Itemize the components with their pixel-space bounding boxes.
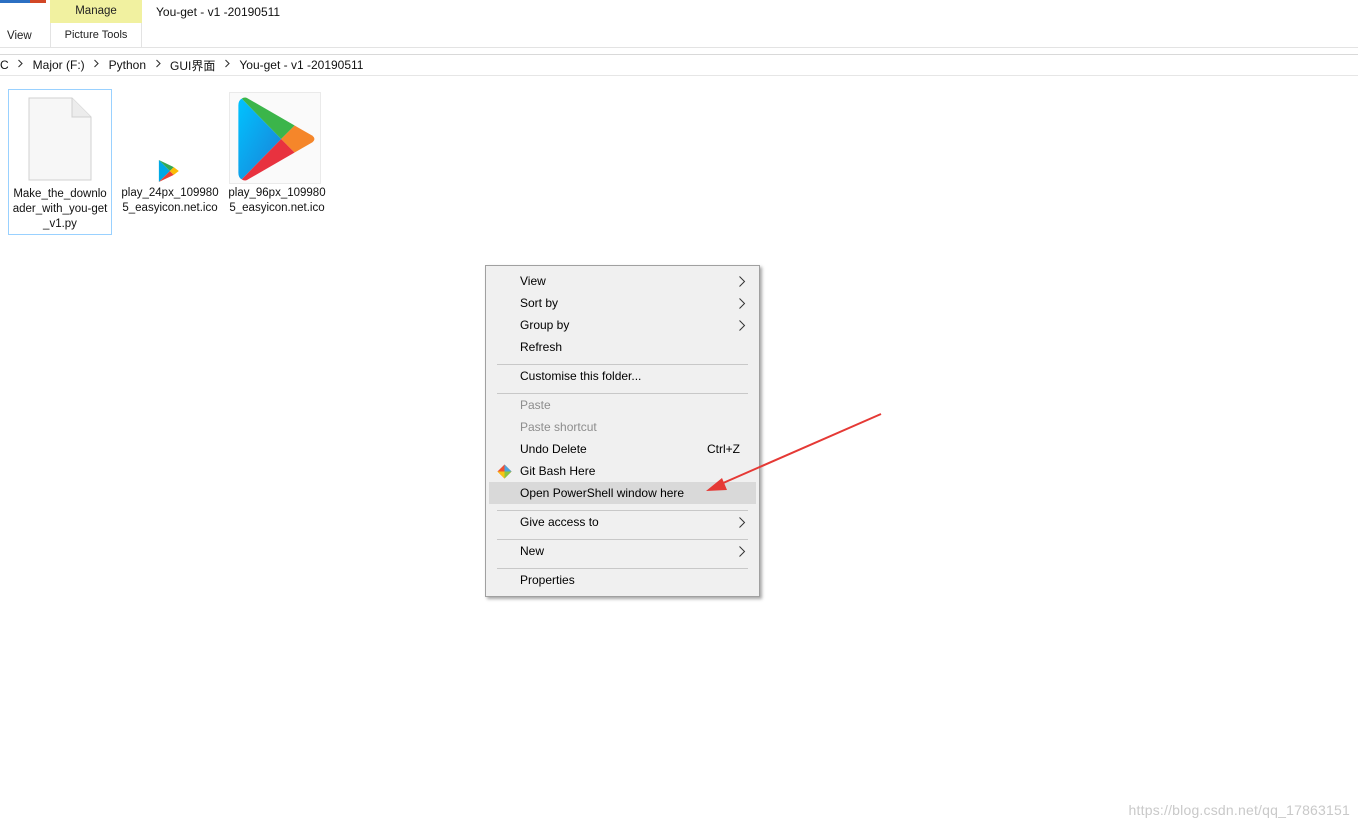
chevron-right-icon[interactable] [148, 59, 168, 71]
menu-item-properties[interactable]: Properties [486, 569, 759, 591]
ribbon: View Manage Picture Tools You-get - v1 -… [0, 0, 1358, 48]
play-store-icon [158, 159, 179, 183]
menu-item-label: Sort by [520, 296, 559, 310]
menu-item-undo-delete[interactable]: Undo Delete Ctrl+Z [486, 438, 759, 460]
menu-item-group-by[interactable]: Group by [486, 314, 759, 336]
window-title: You-get - v1 -20190511 [156, 5, 281, 19]
menu-shortcut: Ctrl+Z [707, 442, 740, 456]
thumbnail-frame [229, 92, 321, 184]
context-menu: View Sort by Group by Refresh Customise … [485, 265, 760, 597]
menu-item-label: Git Bash Here [520, 464, 596, 478]
menu-item-view[interactable]: View [486, 270, 759, 292]
file-name: Make_the_downloader_with_you-get_v1.py [12, 188, 108, 230]
menu-item-label: Group by [520, 318, 570, 332]
menu-separator [486, 533, 759, 540]
file-item-ico-96[interactable]: play_96px_1099805_easyicon.net.ico [225, 89, 329, 235]
chevron-right-icon[interactable] [11, 59, 31, 71]
play-store-icon [238, 97, 315, 181]
menu-separator [486, 504, 759, 511]
menu-item-label: Paste shortcut [520, 420, 597, 434]
picture-tools-label: Picture Tools [50, 23, 142, 47]
menu-item-label: View [520, 274, 546, 288]
menu-item-git-bash-here[interactable]: Git Bash Here [486, 460, 759, 482]
document-icon [28, 97, 92, 181]
menu-separator [486, 387, 759, 394]
tab-manage[interactable]: Manage [50, 0, 142, 23]
file-item-py[interactable]: Make_the_downloader_with_you-get_v1.py [8, 89, 112, 235]
menu-item-label: Undo Delete [520, 442, 587, 456]
menu-item-paste-shortcut: Paste shortcut [486, 416, 759, 438]
menu-separator [486, 358, 759, 365]
file-tab-accent-red [30, 0, 46, 3]
breadcrumb-this-pc[interactable]: C [0, 58, 11, 72]
file-item-ico-24[interactable]: play_24px_1099805_easyicon.net.ico [118, 89, 222, 235]
menu-separator [486, 562, 759, 569]
menu-item-label: Give access to [520, 515, 599, 529]
breadcrumb-gui[interactable]: GUI界面 [168, 57, 217, 74]
menu-item-label: Customise this folder... [520, 369, 642, 383]
menu-item-new[interactable]: New [486, 540, 759, 562]
file-name: play_96px_1099805_easyicon.net.ico [228, 187, 326, 214]
menu-item-label: Refresh [520, 340, 563, 354]
menu-item-paste: Paste [486, 394, 759, 416]
chevron-right-icon [739, 320, 746, 331]
watermark: https://blog.csdn.net/qq_17863151 [1128, 802, 1350, 818]
chevron-right-icon [739, 517, 746, 528]
file-thumbnail [118, 89, 222, 185]
chevron-right-icon [739, 298, 746, 309]
chevron-right-icon [739, 546, 746, 557]
breadcrumb-drive[interactable]: Major (F:) [31, 58, 87, 72]
menu-item-label: New [520, 544, 545, 558]
menu-item-refresh[interactable]: Refresh [486, 336, 759, 358]
breadcrumb-python[interactable]: Python [107, 58, 148, 72]
file-thumbnail [9, 90, 111, 186]
git-icon [497, 464, 512, 479]
chevron-right-icon [739, 276, 746, 287]
menu-item-label: Open PowerShell window here [520, 486, 685, 500]
menu-item-sort-by[interactable]: Sort by [486, 292, 759, 314]
menu-item-customise-folder[interactable]: Customise this folder... [486, 365, 759, 387]
chevron-right-icon[interactable] [87, 59, 107, 71]
tab-view[interactable]: View [0, 26, 48, 46]
menu-item-open-powershell[interactable]: Open PowerShell window here [489, 482, 756, 504]
menu-item-give-access-to[interactable]: Give access to [486, 511, 759, 533]
menu-item-label: Paste [520, 398, 551, 412]
address-bar[interactable]: C Major (F:) Python GUI界面 You-get - v1 -… [0, 54, 1358, 76]
chevron-right-icon[interactable] [217, 59, 237, 71]
breadcrumb-current-folder[interactable]: You-get - v1 -20190511 [237, 58, 365, 72]
menu-item-label: Properties [520, 573, 575, 587]
file-thumbnail [225, 89, 329, 185]
file-name: play_24px_1099805_easyicon.net.ico [121, 187, 219, 214]
